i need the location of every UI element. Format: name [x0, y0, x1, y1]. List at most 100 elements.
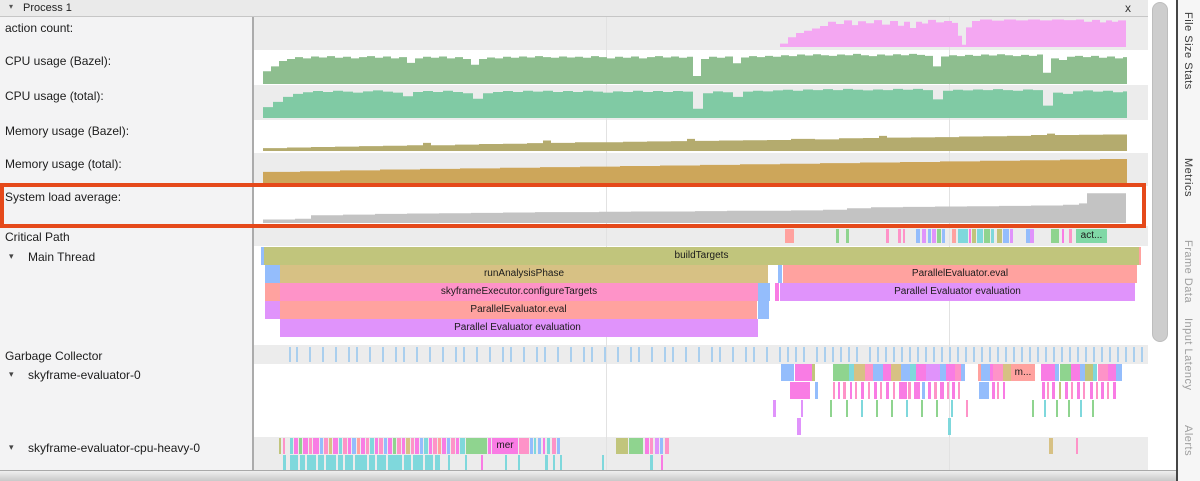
gc-event-tick[interactable] — [685, 347, 687, 362]
slice[interactable] — [1030, 229, 1034, 243]
slice[interactable] — [758, 283, 770, 301]
slice[interactable] — [893, 382, 895, 399]
gc-event-tick[interactable] — [997, 347, 999, 362]
slice[interactable] — [1085, 364, 1093, 381]
expand-triangle-icon[interactable]: ▾ — [9, 369, 14, 380]
slice[interactable] — [388, 455, 402, 470]
gc-event-tick[interactable] — [617, 347, 619, 362]
slice[interactable] — [1056, 400, 1058, 417]
sidebar-item-main-thread[interactable]: ▾Main Thread — [0, 250, 252, 349]
slice[interactable] — [1044, 400, 1046, 417]
slice[interactable] — [481, 455, 483, 470]
slice[interactable] — [906, 400, 908, 417]
slice[interactable] — [846, 229, 849, 243]
slice[interactable] — [375, 438, 378, 454]
slice[interactable] — [1096, 382, 1098, 399]
slice[interactable] — [886, 382, 889, 399]
slice[interactable] — [1051, 229, 1059, 243]
gc-event-tick[interactable] — [651, 347, 653, 362]
gc-event-tick[interactable] — [510, 347, 512, 362]
slice[interactable] — [942, 229, 945, 243]
slice[interactable] — [1041, 364, 1055, 381]
slice[interactable] — [855, 382, 857, 399]
slice[interactable] — [543, 438, 545, 454]
track-row-critical-path[interactable] — [254, 226, 1148, 246]
slice[interactable] — [557, 438, 560, 454]
memory-usage-total-chart[interactable] — [254, 153, 1148, 186]
sidebar-track-divider[interactable] — [252, 17, 254, 470]
slice[interactable] — [922, 382, 925, 399]
gc-event-tick[interactable] — [557, 347, 559, 362]
gc-event-tick[interactable] — [382, 347, 384, 362]
slice[interactable] — [1003, 382, 1005, 399]
gc-event-tick[interactable] — [917, 347, 919, 362]
slice[interactable] — [435, 455, 440, 470]
slice[interactable] — [265, 265, 280, 283]
slice[interactable] — [448, 455, 450, 470]
gc-event-tick[interactable] — [1101, 347, 1103, 362]
slice[interactable] — [384, 438, 387, 454]
slice[interactable] — [898, 229, 901, 243]
slice[interactable] — [1047, 382, 1049, 399]
slice[interactable] — [926, 364, 940, 381]
gc-event-tick[interactable] — [989, 347, 991, 362]
slice[interactable] — [547, 438, 550, 454]
slice[interactable] — [838, 382, 840, 399]
gc-event-tick[interactable] — [322, 347, 324, 362]
slice[interactable] — [961, 364, 965, 381]
sidebar-item-memory-usage-bazel[interactable]: Memory usage (Bazel): — [0, 124, 252, 157]
gc-event-tick[interactable] — [745, 347, 747, 362]
slice[interactable] — [650, 438, 653, 454]
gc-event-tick[interactable] — [732, 347, 734, 362]
gc-event-tick[interactable] — [536, 347, 538, 362]
slice[interactable] — [891, 400, 893, 417]
slice[interactable] — [650, 455, 653, 470]
slice[interactable] — [402, 438, 405, 454]
slice[interactable] — [397, 438, 401, 454]
slice[interactable] — [1059, 382, 1061, 399]
gc-event-tick[interactable] — [1053, 347, 1055, 362]
slice[interactable] — [836, 229, 839, 243]
slice[interactable] — [932, 229, 936, 243]
slice[interactable] — [921, 400, 923, 417]
slice[interactable] — [318, 455, 324, 470]
slice[interactable] — [560, 455, 562, 470]
gc-event-tick[interactable] — [1125, 347, 1127, 362]
slice[interactable] — [352, 438, 356, 454]
slice[interactable] — [850, 382, 852, 399]
slice[interactable] — [1049, 438, 1053, 454]
slice[interactable] — [997, 229, 1002, 243]
slice[interactable] — [801, 400, 803, 417]
action-count-chart[interactable] — [254, 17, 1148, 50]
gc-event-tick[interactable] — [1141, 347, 1143, 362]
slice[interactable] — [1052, 382, 1055, 399]
slice[interactable] — [1101, 382, 1104, 399]
slice[interactable] — [466, 438, 487, 454]
gc-event-tick[interactable] — [719, 347, 721, 362]
tab-metrics[interactable]: Metrics — [1182, 158, 1194, 197]
slice[interactable] — [1068, 400, 1070, 417]
cpu-usage-total-chart[interactable] — [254, 85, 1148, 120]
gc-event-tick[interactable] — [787, 347, 789, 362]
slice[interactable] — [1042, 382, 1045, 399]
slice[interactable] — [411, 438, 414, 454]
cpu-usage-bazel-chart[interactable] — [254, 50, 1148, 85]
slice[interactable] — [538, 438, 541, 454]
gc-event-tick[interactable] — [753, 347, 755, 362]
slice[interactable] — [922, 229, 926, 243]
gc-event-tick[interactable] — [1061, 347, 1063, 362]
slice[interactable] — [952, 382, 955, 399]
gc-event-tick[interactable] — [638, 347, 640, 362]
slice[interactable] — [797, 418, 801, 435]
gc-event-tick[interactable] — [909, 347, 911, 362]
slice[interactable] — [997, 382, 999, 399]
slice-parallel-evaluator-evaluation[interactable]: Parallel Evaluator evaluation — [280, 319, 755, 337]
gc-event-tick[interactable] — [957, 347, 959, 362]
vertical-scrollbar[interactable] — [1148, 0, 1176, 470]
gc-event-tick[interactable] — [1045, 347, 1047, 362]
slice[interactable] — [908, 382, 911, 399]
gc-event-tick[interactable] — [901, 347, 903, 362]
gc-event-tick[interactable] — [309, 347, 311, 362]
gc-event-tick[interactable] — [289, 347, 291, 362]
slice[interactable] — [874, 382, 877, 399]
